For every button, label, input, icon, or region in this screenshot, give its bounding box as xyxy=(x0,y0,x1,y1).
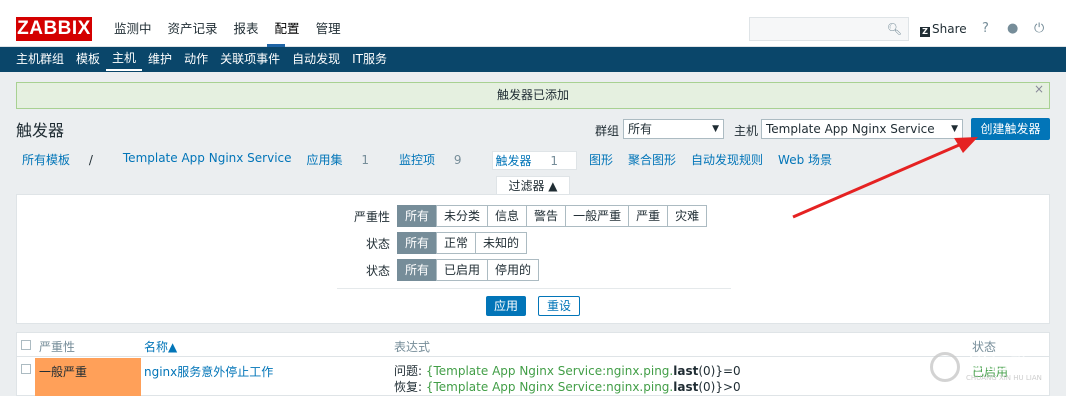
annotation-arrow xyxy=(792,137,978,219)
watermark-title: 创新互联 xyxy=(966,354,1027,373)
watermark-subtitle: CHUANG XIN HU LIAN xyxy=(966,373,1042,382)
watermark-logo-icon xyxy=(930,352,960,382)
watermark: 创新互联 CHUANG XIN HU LIAN xyxy=(930,352,1042,382)
arrow-shaft xyxy=(792,140,967,219)
